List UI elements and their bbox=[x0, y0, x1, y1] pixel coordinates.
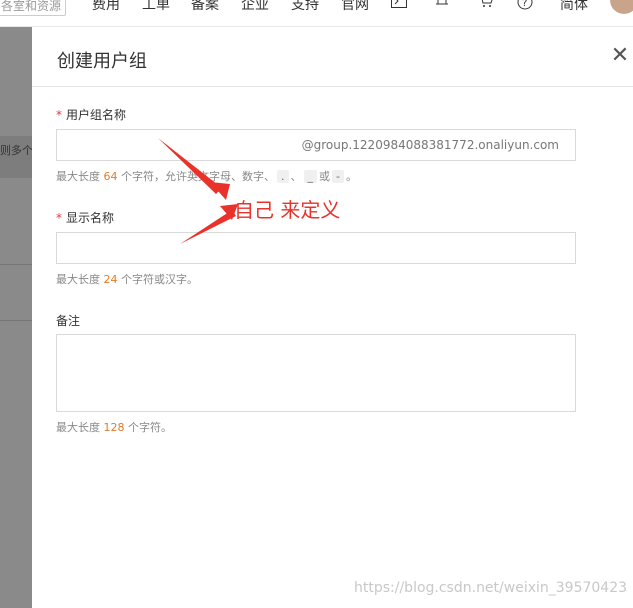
annotation-arrows bbox=[158, 138, 238, 244]
arrow-to-display-name bbox=[180, 210, 236, 244]
watermark: https://blog.csdn.net/weixin_39570423 bbox=[354, 580, 628, 596]
annotation-text: 自己 来定义 bbox=[234, 198, 341, 222]
arrow-to-group-name bbox=[158, 138, 222, 194]
